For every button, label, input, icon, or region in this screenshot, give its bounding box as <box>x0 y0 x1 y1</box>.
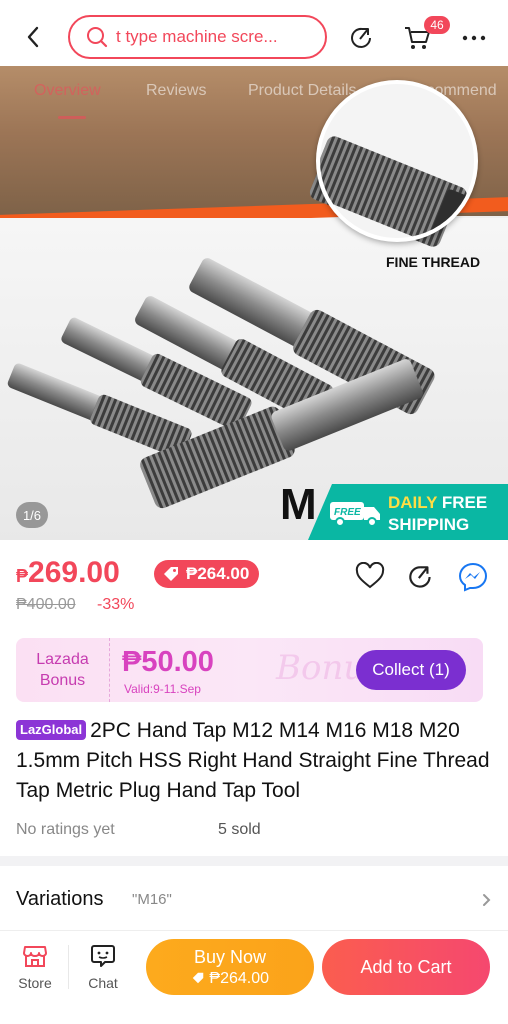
original-price: ₱400.00 <box>16 596 76 613</box>
buy-now-label: Buy Now <box>193 946 267 967</box>
store-label: Store <box>18 975 52 991</box>
back-icon <box>27 26 39 48</box>
current-price: ₱ 269.00 <box>16 556 120 590</box>
product-title-text: 2PC Hand Tap M12 M14 M16 M18 M20 1.5mm P… <box>16 719 490 802</box>
messenger-share-button[interactable] <box>458 562 488 592</box>
product-page: t type machine scre... 46 Overview Revie… <box>0 0 508 1024</box>
store-button[interactable]: Store <box>10 943 60 1003</box>
share-icon <box>409 566 431 588</box>
voucher-price: ₱264.00 <box>186 564 250 583</box>
tab-product-details[interactable]: Product Details <box>248 82 357 100</box>
top-bar: t type machine scre... 46 <box>0 0 508 72</box>
product-title: LazGlobal 2PC Hand Tap M12 M14 M16 M18 M2… <box>16 716 496 806</box>
share-icon <box>351 27 371 48</box>
currency-symbol: ₱ <box>16 566 29 586</box>
product-title-block: LazGlobal 2PC Hand Tap M12 M14 M16 M18 M2… <box>16 716 496 806</box>
voucher-icon <box>164 567 178 581</box>
chat-label: Chat <box>88 975 118 991</box>
thread-closeup-inset <box>316 80 478 242</box>
divider <box>68 945 69 989</box>
free-truck-icon: FREE <box>330 502 380 527</box>
store-icon <box>23 946 47 967</box>
free-word: FREE <box>441 493 488 512</box>
chevron-right-icon <box>483 894 491 906</box>
back-button[interactable] <box>18 22 48 52</box>
image-page-indicator: 1/6 <box>16 502 48 528</box>
sold-count: 5 sold <box>218 821 261 838</box>
search-text: t type machine scre... <box>116 27 278 46</box>
collect-bonus-button[interactable]: Collect (1) <box>356 650 466 690</box>
discount-percent: -33% <box>97 596 135 613</box>
fine-thread-caption: FINE THREAD <box>386 254 481 270</box>
voucher-price-tag[interactable]: ₱264.00 <box>154 560 260 588</box>
bottom-action-bar: Store Chat Buy Now ₱264.00 Add to Cart <box>0 930 508 1024</box>
selected-variation: "M16" <box>132 891 172 908</box>
more-icon <box>462 35 486 41</box>
heart-icon <box>355 561 385 589</box>
more-button[interactable] <box>460 24 488 52</box>
voucher-icon <box>192 972 204 983</box>
cart-count-badge: 46 <box>424 16 450 34</box>
lazada-bonus-card: Lazada Bonus Bonus ₱50.00 Valid:9-11.Sep… <box>16 638 483 702</box>
chat-button[interactable]: Chat <box>78 943 128 1003</box>
free-truck-label: FREE <box>334 507 361 518</box>
size-letter: M <box>280 480 317 529</box>
daily-word: DAILY <box>388 493 438 512</box>
wishlist-button[interactable] <box>355 561 385 590</box>
shipping-word: SHIPPING <box>388 515 470 534</box>
bonus-validity: Valid:9-11.Sep <box>124 682 201 696</box>
tab-overview[interactable]: Overview <box>34 82 101 100</box>
share-product-button[interactable] <box>406 562 436 592</box>
add-to-cart-button[interactable]: Add to Cart <box>322 939 490 995</box>
lazglobal-badge: LazGlobal <box>16 720 87 740</box>
bonus-label: Lazada Bonus <box>16 638 110 702</box>
bonus-label-line2: Bonus <box>39 672 86 689</box>
buy-now-price: ₱264.00 <box>209 969 270 987</box>
variations-title: Variations <box>16 888 104 910</box>
search-icon <box>87 27 108 48</box>
search-input[interactable]: t type machine scre... <box>68 15 327 59</box>
share-button[interactable] <box>348 24 376 52</box>
buy-now-button[interactable]: Buy Now ₱264.00 <box>146 939 314 995</box>
messenger-icon <box>458 562 488 592</box>
price-section: ₱ 269.00 ₱264.00 ₱400.00 -33% Lazada Bon… <box>0 540 508 856</box>
active-tab-indicator <box>58 116 86 119</box>
buy-now-price-row: ₱264.00 <box>191 970 269 988</box>
price-amount: 269.00 <box>28 556 120 589</box>
bonus-amount: ₱50.00 <box>122 646 214 678</box>
daily-free-shipping-text: DAILY FREE SHIPPING <box>388 492 487 536</box>
chat-icon <box>91 945 115 967</box>
tab-reviews[interactable]: Reviews <box>146 82 206 100</box>
rating-text[interactable]: No ratings yet <box>16 821 115 839</box>
product-image-gallery[interactable]: Overview Reviews Product Details Recomme… <box>0 66 508 540</box>
bonus-label-line1: Lazada <box>36 651 89 668</box>
